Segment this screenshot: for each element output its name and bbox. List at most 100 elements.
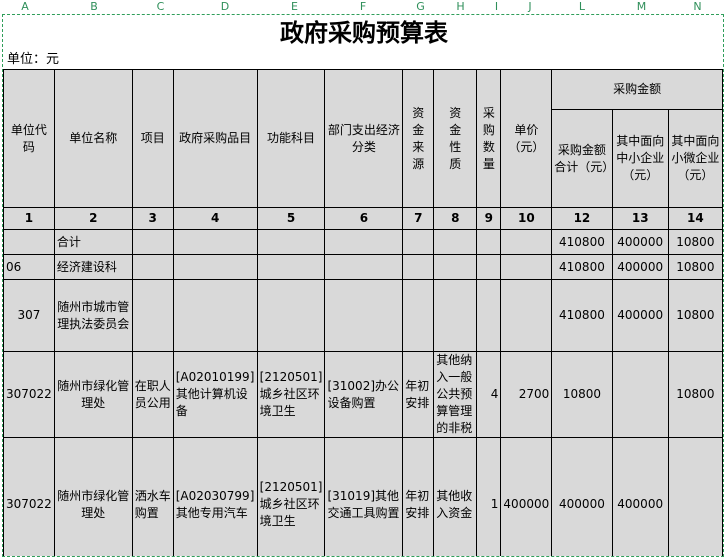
cell-quantity[interactable] <box>476 279 502 352</box>
cell-unit-code[interactable] <box>3 229 55 255</box>
col-number[interactable]: 12 <box>551 207 613 230</box>
col-number[interactable]: 14 <box>667 207 723 230</box>
cell-item[interactable] <box>131 229 174 255</box>
cell-function[interactable]: [2120501]城乡社区环境卫生 <box>256 351 326 438</box>
cell-quantity[interactable]: 4 <box>476 351 502 438</box>
header-quantity[interactable]: 采购数量 <box>476 69 502 208</box>
cell-fund-source[interactable]: 年初安排 <box>402 351 435 438</box>
cell-sme[interactable]: 400000 <box>611 254 669 280</box>
header-unit-price[interactable]: 单价（元） <box>500 69 553 208</box>
cell-unit-name[interactable]: 经济建设科 <box>53 254 133 280</box>
cell-sme[interactable] <box>611 351 669 438</box>
cell-price[interactable]: 2700 <box>500 351 553 438</box>
cell-fund-nature[interactable] <box>433 229 478 255</box>
cell-function[interactable] <box>256 279 326 352</box>
cell-econ[interactable] <box>324 279 404 352</box>
header-amount-total[interactable]: 采购金额合计（元） <box>551 109 613 208</box>
cell-micro[interactable]: 10800 <box>667 229 723 255</box>
header-function-subject[interactable]: 功能科目 <box>256 69 326 208</box>
cell-econ[interactable]: [31019]其他交通工具购置 <box>324 437 404 556</box>
cell-fund-source[interactable]: 年初安排 <box>402 437 435 556</box>
cell-quantity[interactable]: 1 <box>476 437 502 556</box>
col-letter-h[interactable]: H <box>437 0 484 14</box>
col-number[interactable]: 7 <box>402 207 435 230</box>
cell-item[interactable]: 在职人员公用 <box>131 351 174 438</box>
cell-unit-name[interactable]: 随州市城市管理执法委员会 <box>53 279 133 352</box>
cell-micro[interactable]: 10800 <box>667 351 723 438</box>
cell-total[interactable]: 410800 <box>551 279 613 352</box>
header-catalog[interactable]: 政府采购品目 <box>172 69 258 208</box>
col-number[interactable]: 9 <box>476 207 502 230</box>
header-amount-group[interactable]: 采购金额 <box>551 69 723 110</box>
cell-unit-name[interactable]: 随州市绿化管理处 <box>53 437 133 556</box>
cell-total[interactable]: 410800 <box>551 254 613 280</box>
cell-econ[interactable]: [31002]办公设备购置 <box>324 351 404 438</box>
cell-item[interactable]: 洒水车购置 <box>131 437 174 556</box>
cell-catalog[interactable]: [A02030799]其他专用汽车 <box>172 437 258 556</box>
header-unit-code[interactable]: 单位代码 <box>3 69 55 208</box>
cell-unit-code[interactable]: 06 <box>3 254 55 280</box>
cell-total[interactable]: 400000 <box>551 437 613 556</box>
col-letter-b[interactable]: B <box>50 0 138 14</box>
cell-unit-name[interactable]: 随州市绿化管理处 <box>53 351 133 438</box>
col-letter-a[interactable]: A <box>0 0 50 14</box>
cell-fund-nature[interactable] <box>433 254 478 280</box>
cell-function[interactable] <box>256 254 326 280</box>
col-letter-i[interactable]: I <box>484 0 509 14</box>
cell-fund-source[interactable] <box>402 279 435 352</box>
col-number[interactable]: 13 <box>611 207 669 230</box>
cell-price[interactable] <box>500 229 553 255</box>
cell-unit-code[interactable]: 307022 <box>3 351 55 438</box>
header-fund-source[interactable]: 资金来源 <box>402 69 435 208</box>
cell-total[interactable]: 410800 <box>551 229 613 255</box>
header-micro[interactable]: 其中面向小微企业（元） <box>667 109 723 208</box>
cell-price[interactable] <box>500 254 553 280</box>
cell-sme[interactable]: 400000 <box>611 279 669 352</box>
col-number[interactable]: 10 <box>500 207 553 230</box>
cell-econ[interactable] <box>324 254 404 280</box>
cell-micro[interactable]: 10800 <box>667 254 723 280</box>
col-letter-n[interactable]: N <box>670 0 725 14</box>
cell-quantity[interactable] <box>476 254 502 280</box>
col-number[interactable]: 3 <box>131 207 174 230</box>
header-fund-nature[interactable]: 资金性质 <box>433 69 478 208</box>
cell-price[interactable]: 400000 <box>500 437 553 556</box>
col-letter-l[interactable]: L <box>551 0 613 14</box>
cell-catalog[interactable] <box>172 254 258 280</box>
cell-fund-source[interactable] <box>402 254 435 280</box>
cell-unit-code[interactable]: 307 <box>3 279 55 352</box>
cell-fund-nature[interactable]: 其他纳入一般公共预算管理的非税 <box>433 351 478 438</box>
cell-unit-name[interactable]: 合计 <box>53 229 133 255</box>
cell-fund-source[interactable] <box>402 229 435 255</box>
cell-catalog[interactable] <box>172 279 258 352</box>
cell-item[interactable] <box>131 254 174 280</box>
cell-quantity[interactable] <box>476 229 502 255</box>
cell-function[interactable] <box>256 229 326 255</box>
cell-sme[interactable]: 400000 <box>611 437 669 556</box>
cell-micro[interactable] <box>667 437 723 556</box>
header-sme[interactable]: 其中面向中小企业（元） <box>611 109 669 208</box>
col-letter-j[interactable]: J <box>509 0 551 14</box>
cell-total[interactable]: 10800 <box>551 351 613 438</box>
header-unit-name[interactable]: 单位名称 <box>53 69 133 208</box>
cell-micro[interactable]: 10800 <box>667 279 723 352</box>
cell-fund-nature[interactable] <box>433 279 478 352</box>
col-number[interactable]: 1 <box>3 207 55 230</box>
header-item[interactable]: 项目 <box>131 69 174 208</box>
header-econ-class[interactable]: 部门支出经济分类 <box>324 69 404 208</box>
col-letter-g[interactable]: G <box>404 0 437 14</box>
col-number[interactable]: 8 <box>433 207 478 230</box>
cell-catalog[interactable]: [A02010199]其他计算机设备 <box>172 351 258 438</box>
col-letter-d[interactable]: D <box>183 0 267 14</box>
cell-sme[interactable]: 400000 <box>611 229 669 255</box>
col-number[interactable]: 2 <box>53 207 133 230</box>
col-number[interactable]: 5 <box>256 207 326 230</box>
cell-catalog[interactable] <box>172 229 258 255</box>
col-letter-e[interactable]: E <box>267 0 322 14</box>
col-letter-m[interactable]: M <box>613 0 670 14</box>
col-number[interactable]: 6 <box>324 207 404 230</box>
cell-fund-nature[interactable]: 其他收入资金 <box>433 437 478 556</box>
col-letter-f[interactable]: F <box>322 0 404 14</box>
cell-price[interactable] <box>500 279 553 352</box>
cell-item[interactable] <box>131 279 174 352</box>
